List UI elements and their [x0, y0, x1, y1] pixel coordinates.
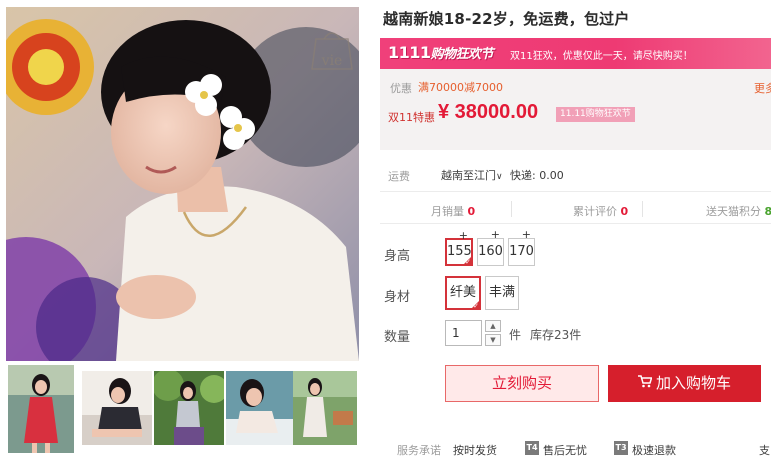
build-option-text: 纤美	[449, 285, 476, 300]
quantity-input[interactable]: 1	[445, 320, 482, 346]
festival-tag: 11.11购物狂欢节	[556, 107, 635, 122]
add-to-cart-label: 加入购物车	[655, 374, 731, 392]
shipping-origin-select[interactable]: 越南至江门∨	[441, 167, 503, 183]
plus-icon: +	[521, 228, 531, 241]
promo-text: 双11狂欢，优惠仅此一天，请尽快购买！	[510, 51, 693, 62]
thumbnail-3[interactable]	[154, 371, 224, 445]
height-option-160[interactable]: + 160	[477, 229, 504, 266]
height-option-text: 160	[478, 244, 503, 259]
cart-icon	[637, 365, 653, 402]
tmall-points: 送天猫积分 88	[706, 203, 771, 219]
stats-row: 月销量 0 累计评价 0 送天猫积分 88	[380, 193, 771, 224]
service-promises: 服务承诺 按时发货 T4 售后无忧 T3 极速退款 支	[380, 438, 771, 458]
tmall-points-label: 送天猫积分	[706, 205, 761, 218]
build-option-slim[interactable]: 纤美 ✓	[445, 276, 481, 310]
promo-logo-sub: 购物狂欢节	[430, 47, 494, 62]
main-product-photo: vie	[6, 7, 359, 361]
thumbnail-5[interactable]	[293, 371, 357, 445]
stock-count: 库存23件	[530, 328, 582, 342]
service-more[interactable]: 支	[759, 442, 770, 458]
monthly-sales-value: 0	[467, 205, 476, 218]
t3-badge-icon: T3	[614, 441, 628, 455]
plus-icon: +	[490, 228, 500, 241]
height-option-170[interactable]: + 170	[508, 229, 535, 266]
add-to-cart-button[interactable]: 加入购物车	[608, 365, 761, 402]
chevron-down-icon: ∨	[496, 172, 503, 182]
shipping-origin-text: 越南至江门	[441, 169, 496, 182]
buy-now-button[interactable]: 立刻购买	[445, 365, 599, 402]
shop-watermark: vie	[306, 25, 358, 77]
service-after-sales[interactable]: 售后无忧	[543, 442, 587, 458]
double-11-promo-banner: 1111购物狂欢节 双11狂欢，优惠仅此一天，请尽快购买！	[380, 38, 771, 69]
special-price-label: 双11特惠	[388, 111, 435, 124]
check-icon: ✓	[473, 302, 479, 310]
thumbnail-1[interactable]	[6, 363, 76, 455]
more-coupons-link[interactable]: 更多	[754, 80, 771, 96]
build-option-full[interactable]: 丰满	[485, 276, 519, 310]
price-value: ¥ 38000.00	[438, 101, 539, 123]
monthly-sales: 月销量 0	[431, 203, 475, 219]
service-fast-refund[interactable]: 极速退款	[632, 442, 676, 458]
total-reviews-value: 0	[620, 205, 629, 218]
quantity-unit: 件	[509, 328, 522, 342]
promo-logo: 1111购物狂欢节	[388, 43, 494, 63]
thumbnail-2[interactable]	[82, 371, 152, 445]
total-reviews-label: 累计评价	[573, 205, 617, 218]
service-label: 服务承诺	[397, 444, 441, 457]
shipping-fee: 快递: 0.00	[510, 169, 564, 182]
t4-badge-icon: T4	[525, 441, 539, 455]
quantity-label: 数量	[384, 330, 411, 345]
product-title: 越南新娘18-22岁，免运费，包过户	[383, 10, 630, 28]
promo-logo-main: 1111	[388, 43, 431, 62]
coupon-value[interactable]: 满70000减7000	[418, 79, 503, 95]
stat-divider	[642, 201, 643, 217]
thumbnail-strip	[6, 363, 359, 455]
monthly-sales-label: 月销量	[431, 205, 464, 218]
plus-icon: +	[458, 229, 468, 242]
thumbnail-4[interactable]	[226, 371, 296, 445]
build-option-text: 丰满	[488, 285, 515, 300]
quantity-decrease-button[interactable]: ▼	[485, 334, 501, 346]
total-reviews[interactable]: 累计评价 0	[573, 203, 628, 219]
quantity-increase-button[interactable]: ▲	[485, 320, 501, 332]
watermark-text: vie	[321, 53, 343, 69]
build-label: 身材	[384, 290, 411, 305]
check-icon: ✓	[465, 258, 471, 266]
stat-divider	[511, 201, 512, 217]
height-label: 身高	[384, 249, 411, 264]
shipping-label: 运费	[388, 170, 410, 183]
height-option-155[interactable]: + 155 ✓	[445, 230, 473, 266]
price-box: 优惠 满70000减7000 更多 双11特惠 ¥ 38000.00 11.11…	[380, 69, 771, 150]
coupon-label: 优惠	[390, 82, 412, 95]
tmall-points-value: 88	[764, 205, 771, 218]
height-option-text: 170	[509, 244, 534, 259]
shipping-row: 运费 越南至江门∨ 快递: 0.00	[380, 150, 771, 192]
service-on-time-delivery[interactable]: 按时发货	[453, 442, 497, 458]
